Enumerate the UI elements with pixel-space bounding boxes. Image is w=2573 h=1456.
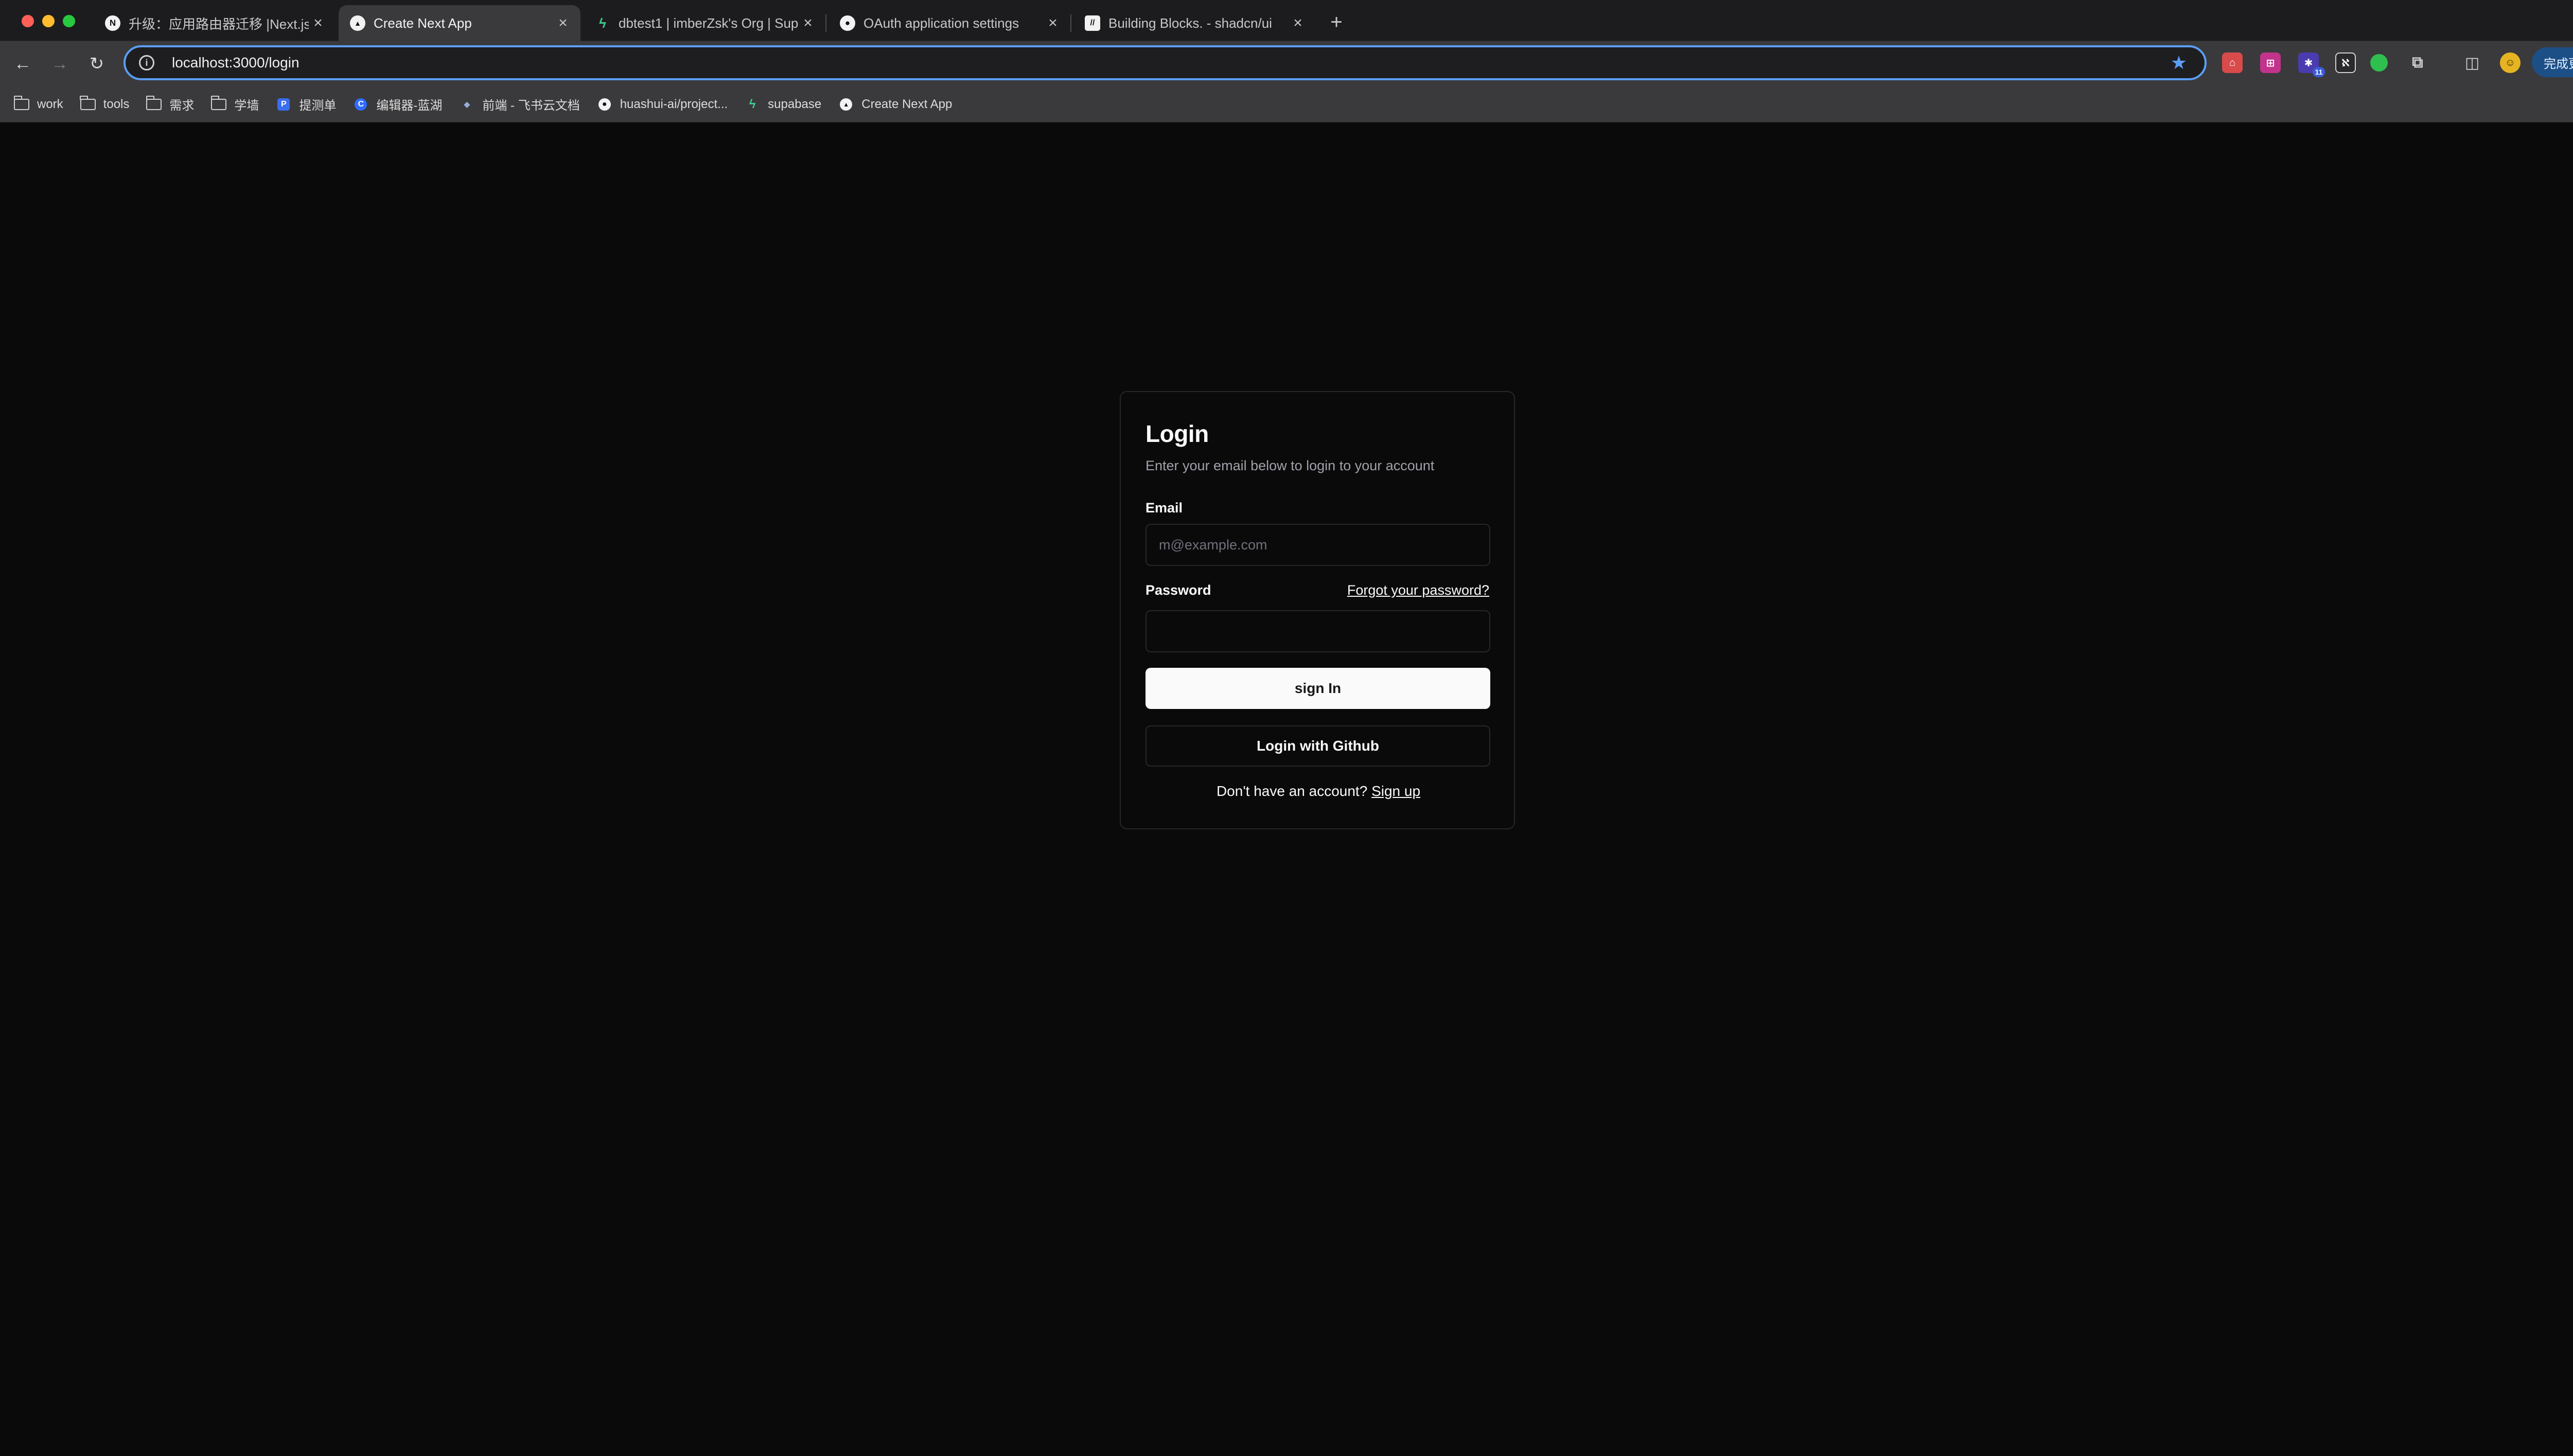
tab-title: dbtest1 | imberZsk's Org | Supabase — [619, 15, 799, 31]
login-description: Enter your email below to login to your … — [1145, 458, 1435, 473]
bookmark-label: supabase — [768, 97, 822, 111]
tab-nextjs-docs[interactable]: N 升级：应用路由器迁移 |Next.js × — [94, 5, 336, 41]
vercel-icon: ▲ — [350, 15, 365, 31]
bookmark-label: tools — [103, 97, 130, 111]
forward-arrow-icon[interactable]: → — [47, 51, 72, 76]
extension-icon[interactable]: ℵ — [2335, 52, 2356, 73]
forgot-password-link[interactable]: Forgot your password? — [1347, 582, 1489, 598]
puzzle-extensions-icon[interactable]: ⧉ — [2407, 52, 2428, 73]
address-url[interactable]: localhost:3000/login — [172, 55, 2163, 71]
tab-title: Building Blocks. - shadcn/ui — [1108, 15, 1272, 31]
tab-strip: N 升级：应用路由器迁移 |Next.js × ▲ Create Next Ap… — [0, 0, 2573, 41]
site-info-icon[interactable]: i — [139, 55, 154, 70]
bookmark-label: 学墙 — [234, 99, 259, 113]
bookmark-test-ticket[interactable]: P 提测单 — [275, 95, 336, 113]
login-title: Login — [1145, 420, 1209, 447]
extension-badge: 11 — [2313, 67, 2325, 77]
tab-create-next-app[interactable]: ▲ Create Next App × — [339, 5, 580, 41]
nextjs-icon: N — [105, 15, 120, 31]
github-icon: ● — [840, 15, 855, 31]
supabase-icon: ϟ — [599, 15, 606, 31]
extension-icon[interactable]: ✱ 11 — [2298, 52, 2325, 77]
supabase-icon: ϟ — [749, 97, 756, 111]
login-card: Login Enter your email below to login to… — [1120, 391, 1515, 829]
tab-title: OAuth application settings — [863, 15, 1019, 31]
email-input[interactable] — [1145, 524, 1490, 566]
close-tab-icon[interactable]: × — [309, 14, 327, 32]
close-tab-icon[interactable]: × — [554, 14, 572, 32]
tab-title: 升级：应用路由器迁移 |Next.js — [129, 16, 309, 32]
email-label: Email — [1145, 500, 1183, 516]
extension-icon[interactable]: ⌂ — [2222, 52, 2243, 73]
close-tab-icon[interactable]: × — [799, 14, 817, 32]
close-window-button[interactable] — [22, 15, 34, 27]
tab-shadcn[interactable]: // Building Blocks. - shadcn/ui × — [1073, 5, 1315, 41]
bookmark-label: Create Next App — [861, 97, 953, 111]
signup-row: Don't have an account? Sign up — [1121, 783, 1516, 800]
bookmark-lanhu[interactable]: C 编辑器-蓝湖 — [353, 95, 442, 113]
bookmark-work[interactable]: work — [13, 95, 63, 112]
sign-up-link[interactable]: Sign up — [1371, 783, 1420, 799]
folder-icon — [146, 95, 162, 111]
bookmark-feishu[interactable]: ◆ 前端 - 飞书云文档 — [459, 95, 580, 113]
doc-icon: P — [275, 98, 292, 111]
extension-icon[interactable] — [2370, 54, 2388, 72]
folder-icon — [80, 95, 96, 111]
feishu-icon: ◆ — [459, 98, 475, 111]
tab-supabase[interactable]: ϟ dbtest1 | imberZsk's Org | Supabase × — [584, 5, 825, 41]
bookmark-label: work — [37, 97, 63, 111]
browser-toolbar: ← → ↻ i localhost:3000/login ★ ⌂ ⊞ ✱ 11 … — [0, 41, 2573, 86]
bookmark-create-next-app[interactable]: ▲ Create Next App — [838, 97, 952, 112]
reload-icon[interactable]: ↻ — [84, 51, 109, 76]
profile-avatar[interactable]: ☺ — [2500, 52, 2521, 73]
lanhu-icon: C — [353, 98, 369, 111]
bookmark-tools[interactable]: tools — [80, 95, 130, 112]
maximize-window-button[interactable] — [63, 15, 75, 27]
signup-prompt: Don't have an account? — [1216, 783, 1372, 799]
bookmark-github-project[interactable]: ● huashui-ai/project... — [596, 97, 728, 112]
close-tab-icon[interactable]: × — [1044, 14, 1062, 32]
address-bar[interactable]: i localhost:3000/login ★ — [124, 45, 2207, 80]
bookmarks-bar: work tools 需求 学墙 P 提测单 C 编辑器-蓝湖 ◆ 前端 - 飞… — [0, 86, 2573, 122]
password-input[interactable] — [1145, 610, 1490, 652]
shadcn-icon: // — [1085, 15, 1100, 31]
tab-github-oauth[interactable]: ● OAuth application settings × — [829, 5, 1070, 41]
tab-separator — [1070, 14, 1071, 32]
folder-icon — [210, 95, 227, 111]
vercel-icon: ▲ — [838, 98, 854, 111]
bookmark-requirements[interactable]: 需求 — [146, 95, 194, 113]
minimize-window-button[interactable] — [42, 15, 55, 27]
folder-icon — [13, 95, 30, 111]
bookmark-supabase[interactable]: ϟ supabase — [744, 97, 821, 112]
side-panel-icon[interactable]: ◫ — [2462, 52, 2482, 73]
browser-window: N 升级：应用路由器迁移 |Next.js × ▲ Create Next Ap… — [0, 0, 2573, 1456]
close-tab-icon[interactable]: × — [1289, 14, 1307, 32]
bookmark-star-icon[interactable]: ★ — [2163, 47, 2194, 78]
new-tab-button[interactable]: + — [1324, 9, 1349, 35]
extension-icon[interactable]: ⊞ — [2260, 52, 2281, 73]
bookmark-label: 需求 — [169, 99, 195, 113]
bookmark-label: huashui-ai/project... — [620, 97, 728, 111]
bookmark-study[interactable]: 学墙 — [210, 95, 259, 113]
tab-separator — [825, 14, 826, 32]
bookmark-label: 前端 - 飞书云文档 — [482, 99, 580, 113]
back-arrow-icon[interactable]: ← — [10, 51, 35, 76]
login-with-github-button[interactable]: Login with Github — [1145, 725, 1490, 767]
github-icon: ● — [596, 98, 613, 111]
sign-in-button[interactable]: sign In — [1145, 668, 1490, 709]
update-label: 完成更新 — [2544, 57, 2573, 71]
bookmark-label: 提测单 — [299, 99, 337, 113]
password-label: Password — [1145, 582, 1211, 598]
tab-title: Create Next App — [374, 15, 472, 31]
bookmark-label: 编辑器-蓝湖 — [376, 99, 443, 113]
update-button[interactable]: 完成更新 ⋮ — [2532, 47, 2573, 77]
